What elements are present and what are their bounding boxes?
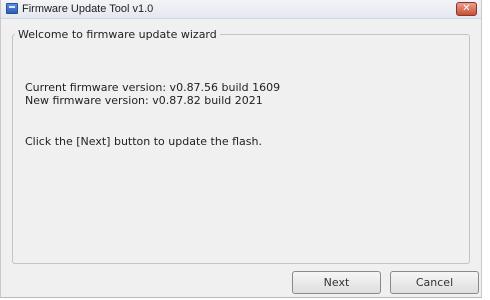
window-title: Firmware Update Tool v1.0: [22, 3, 154, 15]
app-window: Firmware Update Tool v1.0 ✕ Welcome to f…: [0, 0, 482, 298]
close-icon: ✕: [462, 3, 471, 14]
next-button[interactable]: Next: [292, 271, 381, 294]
app-icon: [6, 3, 18, 14]
current-firmware-version: Current firmware version: v0.87.56 build…: [25, 81, 281, 94]
title-bar[interactable]: Firmware Update Tool v1.0 ✕: [1, 0, 481, 19]
groupbox-title: Welcome to firmware update wizard: [15, 28, 220, 41]
wizard-groupbox: [12, 34, 470, 264]
instruction-text: Click the [Next] button to update the fl…: [25, 135, 262, 148]
new-firmware-version: New firmware version: v0.87.82 build 202…: [25, 94, 263, 107]
close-button[interactable]: ✕: [456, 2, 477, 16]
cancel-button[interactable]: Cancel: [390, 271, 479, 294]
